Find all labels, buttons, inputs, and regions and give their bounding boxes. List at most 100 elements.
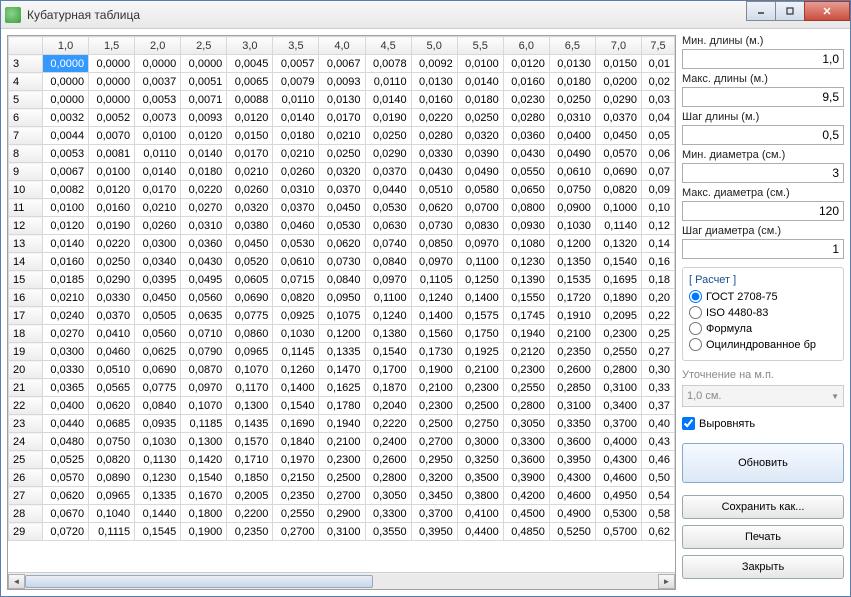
scroll-thumb[interactable]: [25, 575, 373, 588]
cell[interactable]: 0,0970: [457, 235, 503, 253]
cell[interactable]: 0,0710: [181, 325, 227, 343]
cell[interactable]: 0,0240: [43, 307, 89, 325]
row-header[interactable]: 16: [9, 289, 43, 307]
cell[interactable]: 0,0000: [43, 91, 89, 109]
cell[interactable]: 0,2300: [319, 451, 365, 469]
cell[interactable]: 0,0220: [89, 235, 135, 253]
cell[interactable]: 0,0820: [273, 289, 319, 307]
cell[interactable]: 0,0365: [43, 379, 89, 397]
cell[interactable]: 0,3050: [365, 487, 411, 505]
cell[interactable]: 0,0260: [135, 217, 181, 235]
cell[interactable]: 0,20: [642, 289, 675, 307]
cell[interactable]: 0,0320: [457, 127, 503, 145]
cell[interactable]: 0,0071: [181, 91, 227, 109]
cell[interactable]: 0,0850: [411, 235, 457, 253]
cell[interactable]: 0,0430: [503, 145, 549, 163]
cell[interactable]: 0,0150: [227, 127, 273, 145]
cell[interactable]: 0,0490: [549, 145, 595, 163]
cell[interactable]: 0,0650: [503, 181, 549, 199]
cell[interactable]: 0,1100: [457, 253, 503, 271]
cell[interactable]: 0,3700: [411, 505, 457, 523]
cell[interactable]: 0,0430: [181, 253, 227, 271]
cell[interactable]: 0,1575: [457, 307, 503, 325]
cell[interactable]: 0,0610: [273, 253, 319, 271]
cell[interactable]: 0,4300: [595, 451, 641, 469]
cell[interactable]: 0,50: [642, 469, 675, 487]
col-header[interactable]: 1,5: [89, 37, 135, 55]
cell[interactable]: 0,1300: [181, 433, 227, 451]
cell[interactable]: 0,1030: [135, 433, 181, 451]
cell[interactable]: 0,0210: [135, 199, 181, 217]
cell[interactable]: 0,0495: [181, 271, 227, 289]
cell[interactable]: 0,0140: [135, 163, 181, 181]
cell[interactable]: 0,0840: [135, 397, 181, 415]
cell[interactable]: 0,37: [642, 397, 675, 415]
cell[interactable]: 0,3600: [549, 433, 595, 451]
cell[interactable]: 0,0790: [181, 343, 227, 361]
cell[interactable]: 0,0730: [319, 253, 365, 271]
col-header[interactable]: 2,0: [135, 37, 181, 55]
cell[interactable]: 0,3550: [365, 523, 411, 541]
cell[interactable]: 0,0440: [43, 415, 89, 433]
cell[interactable]: 0,1535: [549, 271, 595, 289]
cell[interactable]: 0,1240: [365, 307, 411, 325]
cell[interactable]: 0,54: [642, 487, 675, 505]
cell[interactable]: 0,3000: [457, 433, 503, 451]
step-length-input[interactable]: [682, 125, 844, 145]
cell[interactable]: 0,04: [642, 109, 675, 127]
cell[interactable]: 0,0370: [319, 181, 365, 199]
cell[interactable]: 0,0170: [227, 145, 273, 163]
cell[interactable]: 0,2300: [411, 397, 457, 415]
cell[interactable]: 0,1900: [411, 361, 457, 379]
row-header[interactable]: 21: [9, 379, 43, 397]
row-header[interactable]: 11: [9, 199, 43, 217]
cell[interactable]: 0,0400: [43, 397, 89, 415]
cell[interactable]: 0,4600: [595, 469, 641, 487]
cell[interactable]: 0,0170: [135, 181, 181, 199]
cell[interactable]: 0,0620: [411, 199, 457, 217]
cell[interactable]: 0,22: [642, 307, 675, 325]
cell[interactable]: 0,1560: [411, 325, 457, 343]
cell[interactable]: 0,3900: [503, 469, 549, 487]
col-header[interactable]: 1,0: [43, 37, 89, 55]
cell[interactable]: 0,2100: [457, 361, 503, 379]
cell[interactable]: 0,1130: [135, 451, 181, 469]
cell[interactable]: 0,1400: [411, 307, 457, 325]
table-scroll[interactable]: 1,01,52,02,53,03,54,04,55,05,56,06,57,07…: [8, 36, 675, 572]
cell[interactable]: 0,1870: [365, 379, 411, 397]
cell[interactable]: 0,2300: [457, 379, 503, 397]
cell[interactable]: 0,0067: [319, 55, 365, 73]
cell[interactable]: 0,1545: [135, 523, 181, 541]
cell[interactable]: 0,0930: [503, 217, 549, 235]
radio-formula[interactable]: Формула: [689, 322, 837, 335]
cell[interactable]: 0,0740: [365, 235, 411, 253]
cell[interactable]: 0,43: [642, 433, 675, 451]
cell[interactable]: 0,2700: [319, 487, 365, 505]
cell[interactable]: 0,1435: [227, 415, 273, 433]
cell[interactable]: 0,3450: [411, 487, 457, 505]
cell[interactable]: 0,2350: [549, 343, 595, 361]
cell[interactable]: 0,3300: [365, 505, 411, 523]
cell[interactable]: 0,4900: [549, 505, 595, 523]
scroll-track[interactable]: [25, 574, 658, 589]
cell[interactable]: 0,1720: [549, 289, 595, 307]
cell[interactable]: 0,2700: [273, 523, 319, 541]
cell[interactable]: 0,30: [642, 361, 675, 379]
cell[interactable]: 0,2400: [365, 433, 411, 451]
cell[interactable]: 0,1075: [319, 307, 365, 325]
step-dia-input[interactable]: [682, 239, 844, 259]
cell[interactable]: 0,0450: [319, 199, 365, 217]
cell[interactable]: 0,4950: [595, 487, 641, 505]
cell[interactable]: 0,1260: [273, 361, 319, 379]
cell[interactable]: 0,1710: [227, 451, 273, 469]
cell[interactable]: 0,0580: [457, 181, 503, 199]
cell[interactable]: 0,03: [642, 91, 675, 109]
col-header[interactable]: 3,0: [227, 37, 273, 55]
cell[interactable]: 0,06: [642, 145, 675, 163]
row-header[interactable]: 5: [9, 91, 43, 109]
cell[interactable]: 0,0100: [43, 199, 89, 217]
cell[interactable]: 0,0510: [411, 181, 457, 199]
cell[interactable]: 0,1540: [273, 397, 319, 415]
cell[interactable]: 0,58: [642, 505, 675, 523]
cell[interactable]: 0,25: [642, 325, 675, 343]
